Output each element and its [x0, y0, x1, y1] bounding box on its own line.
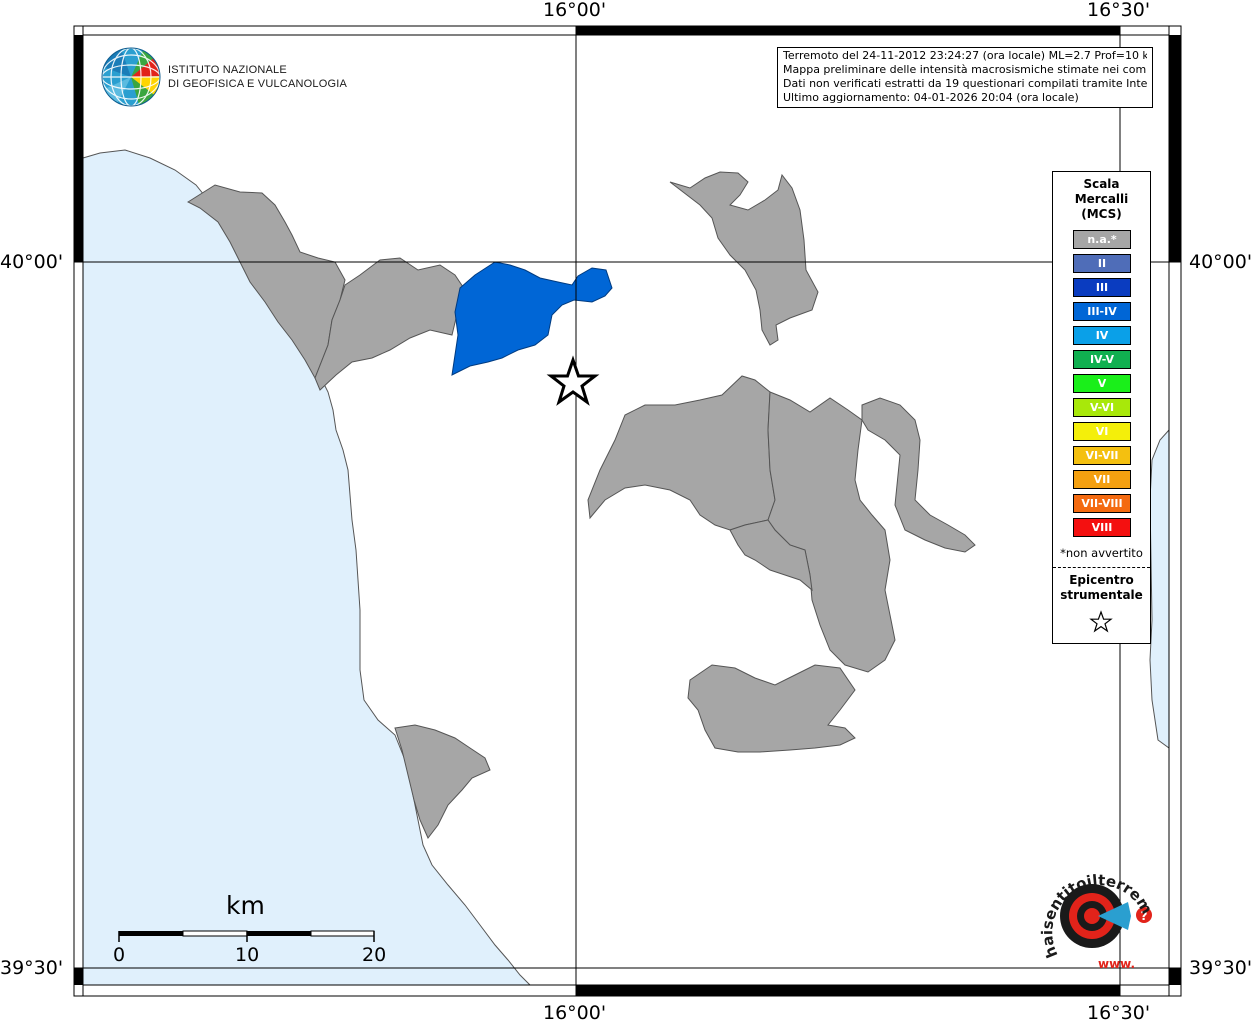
legend-title: Scala Mercalli (MCS)	[1053, 177, 1150, 222]
legend-swatch-ii: II	[1073, 254, 1131, 273]
scale-unit: km	[226, 891, 265, 920]
mercalli-legend: Scala Mercalli (MCS) n.a.* II III III-IV IV I…	[1052, 171, 1151, 644]
lon-label-bottom-16-00: 16°00'	[543, 1002, 607, 1024]
ingv-name-line1: ISTITUTO NAZIONALE	[168, 64, 287, 76]
legend-swatch-vii-viii: VII-VIII	[1073, 494, 1131, 513]
legend-swatch-vii: VII	[1073, 470, 1131, 489]
data-disclaimer: Dati non verificati estratti da 19 quest…	[783, 77, 1147, 90]
event-description: Terremoto del 24-11-2012 23:24:27 (ora l…	[783, 49, 1147, 62]
legend-swatch-v-vi: V-VI	[1073, 398, 1131, 417]
lon-label-bottom-16-30: 16°30'	[1087, 1002, 1151, 1024]
legend-epicenter-line2: strumentale	[1060, 588, 1143, 602]
legend-swatch-iii: III	[1073, 278, 1131, 297]
legend-swatch-iv-v: IV-V	[1073, 350, 1131, 369]
lat-label-right-39-30: 39°30'	[1189, 957, 1253, 979]
legend-epicenter-line1: Epicentro	[1069, 573, 1134, 587]
haisentito-logo-url: www.	[1098, 957, 1135, 971]
legend-title-line2: Mercalli	[1074, 192, 1129, 206]
legend-star-icon	[1089, 610, 1113, 633]
intensity-map: 16°00' 16°30' 16°00' 16°30' 40°00' 39°30…	[0, 0, 1254, 1024]
legend-swatch-v: V	[1073, 374, 1131, 393]
legend-items: n.a.* II III III-IV IV IV-V V V-VI VI VI-VII VII VI…	[1073, 230, 1131, 542]
legend-separator	[1053, 567, 1150, 568]
legend-swatch-vi-vii: VI-VII	[1073, 446, 1131, 465]
scale-tick-20: 20	[362, 944, 387, 966]
event-info-box: Terremoto del 24-11-2012 23:24:27 (ora l…	[777, 47, 1153, 108]
lon-label-top-16-00: 16°00'	[543, 0, 607, 21]
legend-epicenter-title: Epicentro strumentale	[1053, 573, 1150, 603]
ingv-name: ISTITUTO NAZIONALE DI GEOFISICA E VULCAN…	[168, 63, 347, 91]
lon-label-top-16-30: 16°30'	[1087, 0, 1151, 21]
legend-swatch-iii-iv: III-IV	[1073, 302, 1131, 321]
legend-swatch-n-a: n.a.*	[1073, 230, 1131, 249]
haisentito-logo-icon: ? haisentitoilterremoto.it www.	[1036, 860, 1156, 971]
ingv-name-line2: DI GEOFISICA E VULCANOLOGIA	[168, 78, 347, 90]
legend-note: *non avvertito	[1060, 546, 1143, 560]
lat-label-left-39-30: 39°30'	[0, 957, 64, 979]
lat-label-left-40-00: 40°00'	[0, 251, 64, 273]
sea-ionian	[1149, 428, 1170, 749]
map-description: Mappa preliminare delle intensità macros…	[783, 63, 1147, 76]
legend-swatch-viii: VIII	[1073, 518, 1131, 537]
ingv-globe-logo-icon	[101, 47, 161, 107]
scale-tick-10: 10	[235, 944, 260, 966]
scale-tick-0: 0	[113, 944, 126, 966]
legend-title-line1: Scala	[1083, 177, 1120, 191]
legend-swatch-iv: IV	[1073, 326, 1131, 345]
legend-swatch-vi: VI	[1073, 422, 1131, 441]
legend-title-line3: (MCS)	[1081, 207, 1122, 221]
lat-label-right-40-00: 40°00'	[1189, 251, 1253, 273]
last-update: Ultimo aggiornamento: 04-01-2026 20:04 (…	[783, 91, 1079, 104]
